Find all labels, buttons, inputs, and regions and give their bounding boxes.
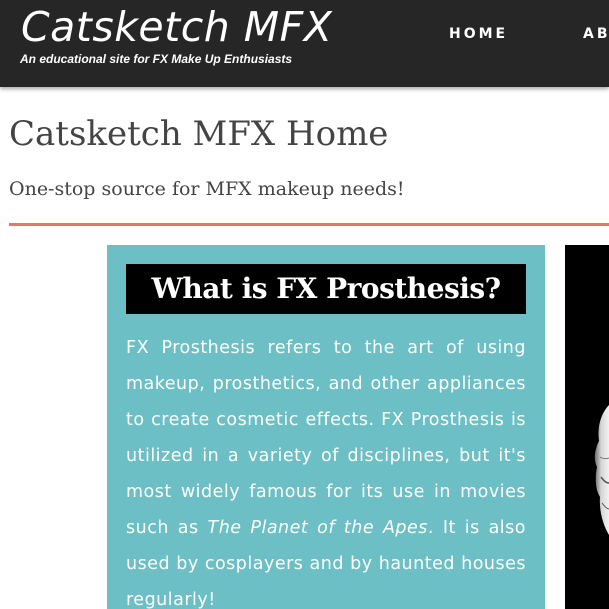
panel-text-intro: FX Prosthesis refers to the art of using… [126, 338, 526, 538]
page-subtitle: One-stop source for MFX makeup needs! [9, 178, 405, 200]
site-tagline: An educational site for FX Make Up Enthu… [20, 52, 293, 66]
section-divider [9, 223, 609, 226]
nav-about-link[interactable]: AB [583, 26, 609, 42]
info-panel: What is FX Prosthesis? FX Prosthesis ref… [107, 245, 545, 609]
prosthetic-face-icon [594, 405, 609, 535]
panel-heading: What is FX Prosthesis? [126, 264, 526, 314]
nav-home-link[interactable]: HOME [449, 26, 508, 42]
panel-body-text: FX Prosthesis refers to the art of using… [126, 330, 526, 609]
site-title[interactable]: Catsketch MFX [21, 3, 332, 51]
prosthetic-face-image [565, 245, 609, 609]
movie-title: The Planet of the Apes [207, 518, 428, 538]
site-header: Catsketch MFX An educational site for FX… [0, 0, 609, 87]
page-title: Catsketch MFX Home [9, 114, 389, 154]
